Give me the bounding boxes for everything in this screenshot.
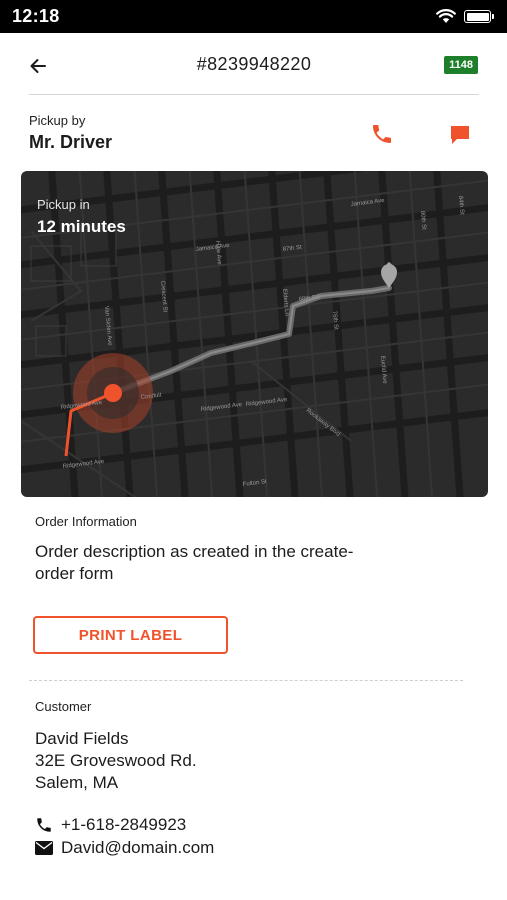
customer-email[interactable]: David@domain.com [61, 838, 214, 858]
order-description: Order description as created in the crea… [35, 542, 354, 583]
eta-label: Pickup in [37, 197, 90, 212]
battery-icon [464, 10, 494, 23]
envelope-icon [35, 841, 53, 855]
status-time: 12:18 [12, 6, 60, 26]
order-number: #8239948220 [196, 54, 312, 74]
street-label: Van Siclen Ave [103, 306, 113, 347]
status-bar: 12:18 [0, 0, 507, 33]
street-label: 80th St [419, 211, 427, 231]
driver-name: Mr. Driver [29, 132, 113, 152]
header: #8239948220 1148 [29, 33, 479, 95]
order-information-label: Order Information [35, 514, 137, 529]
customer-email-row[interactable]: David@domain.com [35, 838, 214, 858]
chat-icon[interactable] [448, 123, 472, 147]
customer-phone[interactable]: +1-618-2849923 [61, 815, 186, 835]
customer-address-line1: 32E Groveswood Rd. [35, 751, 197, 770]
customer-name: David Fields [35, 729, 129, 748]
eta-overlay: Pickup in 12 minutes [37, 197, 126, 237]
street-label: Euclid Ave [379, 356, 387, 385]
customer-label: Customer [35, 699, 92, 714]
status-icons [436, 9, 494, 24]
order-badge: 1148 [444, 56, 478, 74]
phone-icon [37, 818, 51, 832]
section-divider [29, 680, 463, 681]
street-label: Ridgewood Ave [246, 397, 289, 408]
wifi-icon [436, 9, 456, 23]
driver-location-marker [104, 384, 122, 402]
street-label: 87th St [283, 245, 303, 253]
map[interactable]: Jamaica Ave Jamaica Ave 87th St Ridgewoo… [21, 171, 488, 497]
street-label: 68th Rd [299, 294, 321, 303]
print-label-button[interactable]: PRINT LABEL [33, 616, 228, 654]
street-label: Hale Ave [214, 241, 222, 266]
customer-phone-row[interactable]: +1-618-2849923 [35, 815, 186, 835]
customer-address-line2: Salem, MA [35, 773, 119, 792]
eta-time: 12 minutes [37, 217, 126, 236]
phone-icon[interactable] [370, 122, 394, 146]
customer-details: David Fields 32E Groveswood Rd. Salem, M… [35, 728, 197, 794]
pickup-label: Pickup by [29, 113, 86, 128]
street-label: Fulton St [243, 479, 268, 488]
